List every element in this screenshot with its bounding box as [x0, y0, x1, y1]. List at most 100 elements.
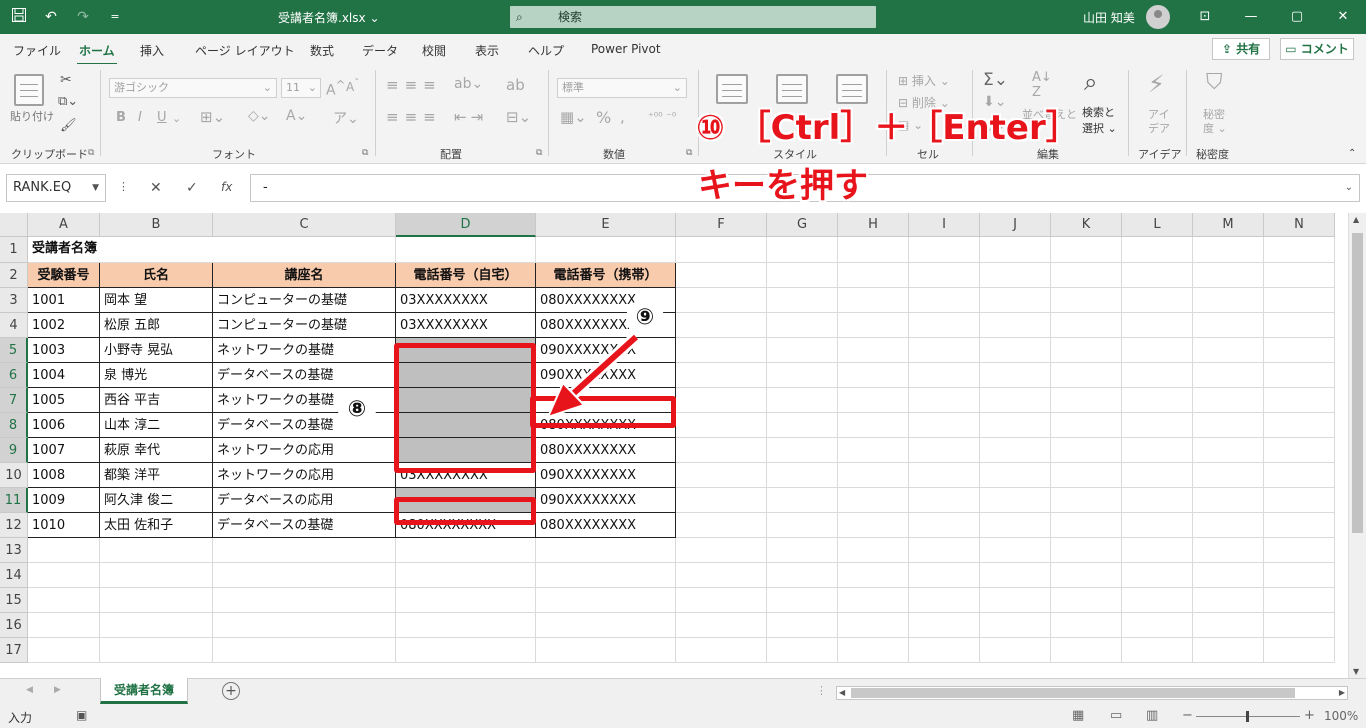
- find-select-label[interactable]: 検索と: [1082, 104, 1115, 120]
- cell[interactable]: [536, 538, 676, 563]
- cell[interactable]: [909, 388, 980, 413]
- table-cell[interactable]: 泉 博光: [100, 363, 213, 388]
- zoom-level[interactable]: 100%: [1324, 709, 1358, 723]
- cell[interactable]: [1051, 513, 1122, 538]
- tab-view[interactable]: 表示: [475, 42, 499, 59]
- cell[interactable]: [838, 288, 909, 313]
- table-cell[interactable]: 萩原 幸代: [100, 438, 213, 463]
- cell[interactable]: [980, 638, 1051, 663]
- horizontal-align-icons[interactable]: ≡≡≡: [386, 108, 442, 126]
- prev-sheet-icon[interactable]: ◀: [26, 685, 33, 695]
- cell[interactable]: [980, 313, 1051, 338]
- cell[interactable]: [838, 338, 909, 363]
- table-header-cell[interactable]: 受験番号: [28, 263, 100, 288]
- cell[interactable]: [1264, 263, 1335, 288]
- column-header-f[interactable]: F: [676, 213, 767, 237]
- cell[interactable]: [1051, 438, 1122, 463]
- cell[interactable]: [1051, 288, 1122, 313]
- cell[interactable]: [1122, 463, 1193, 488]
- cell[interactable]: [767, 338, 838, 363]
- table-cell[interactable]: 1004: [28, 363, 100, 388]
- scroll-up-icon[interactable]: ▲: [1353, 215, 1359, 224]
- table-cell[interactable]: 03XXXXXXXX: [396, 288, 536, 313]
- cell[interactable]: [767, 613, 838, 638]
- row-header-10[interactable]: 10: [0, 463, 28, 488]
- cell[interactable]: [1193, 438, 1264, 463]
- cell[interactable]: [1122, 237, 1193, 263]
- cell[interactable]: [1051, 538, 1122, 563]
- search-box[interactable]: ⌕ 検索: [510, 6, 876, 28]
- cell[interactable]: [676, 538, 767, 563]
- cell[interactable]: [213, 588, 396, 613]
- cell[interactable]: [1264, 563, 1335, 588]
- sensitivity-label-2[interactable]: 度 ⌄: [1203, 120, 1227, 136]
- table-cell[interactable]: 1001: [28, 288, 100, 313]
- cut-icon[interactable]: ✂: [60, 72, 72, 88]
- minimize-button[interactable]: —: [1228, 0, 1274, 34]
- find-select-label-2[interactable]: 選択 ⌄: [1082, 120, 1117, 136]
- table-cell[interactable]: 080XXXXXXXX: [536, 513, 676, 538]
- table-cell[interactable]: ネットワークの応用: [213, 463, 396, 488]
- dialog-launcher-icon[interactable]: ⧉: [88, 148, 94, 158]
- row-header-16[interactable]: 16: [0, 613, 28, 638]
- column-header-n[interactable]: N: [1264, 213, 1335, 237]
- cell[interactable]: [980, 613, 1051, 638]
- cell[interactable]: [1122, 538, 1193, 563]
- cell[interactable]: [676, 588, 767, 613]
- cell[interactable]: [213, 638, 396, 663]
- cell[interactable]: [980, 263, 1051, 288]
- cell[interactable]: [1122, 563, 1193, 588]
- cell[interactable]: [909, 513, 980, 538]
- table-header-cell[interactable]: 講座名: [213, 263, 396, 288]
- table-cell[interactable]: コンピューターの基礎: [213, 313, 396, 338]
- table-cell[interactable]: 岡本 望: [100, 288, 213, 313]
- zoom-slider-thumb[interactable]: [1246, 711, 1249, 722]
- avatar[interactable]: [1146, 5, 1170, 29]
- row-header-6[interactable]: 6: [0, 363, 28, 388]
- cell[interactable]: [1051, 388, 1122, 413]
- cell[interactable]: [1193, 613, 1264, 638]
- ideas-icon[interactable]: ⚡: [1148, 70, 1165, 98]
- cell[interactable]: [676, 288, 767, 313]
- cell[interactable]: [676, 463, 767, 488]
- cell[interactable]: [767, 438, 838, 463]
- format-painter-icon[interactable]: 🖌: [60, 118, 77, 133]
- cell[interactable]: [838, 513, 909, 538]
- cell[interactable]: [1264, 538, 1335, 563]
- currency-icon[interactable]: ▦⌄: [560, 108, 587, 126]
- decrease-font-icon[interactable]: Aˇ: [346, 78, 359, 94]
- cell[interactable]: [536, 237, 676, 263]
- cell[interactable]: [1051, 638, 1122, 663]
- cell[interactable]: [980, 288, 1051, 313]
- customize-qat-icon[interactable]: =: [104, 7, 126, 27]
- table-cell[interactable]: 090XXXXXXXX: [536, 338, 676, 363]
- table-cell[interactable]: 03XXXXXXXX: [396, 313, 536, 338]
- cell[interactable]: [1193, 338, 1264, 363]
- cell[interactable]: [676, 563, 767, 588]
- cell[interactable]: [28, 538, 100, 563]
- cell[interactable]: [838, 363, 909, 388]
- tab-data[interactable]: データ: [362, 42, 398, 59]
- cell[interactable]: [1193, 488, 1264, 513]
- table-cell[interactable]: 080XXXXXXXX: [536, 438, 676, 463]
- cell[interactable]: [767, 288, 838, 313]
- cell[interactable]: [1122, 438, 1193, 463]
- row-header-14[interactable]: 14: [0, 563, 28, 588]
- table-cell[interactable]: 都築 洋平: [100, 463, 213, 488]
- file-title[interactable]: 受講者名簿.xlsx ⌄: [278, 9, 380, 26]
- table-cell[interactable]: 山本 淳二: [100, 413, 213, 438]
- maximize-button[interactable]: ▢: [1274, 0, 1320, 34]
- cell[interactable]: [676, 438, 767, 463]
- row-header-3[interactable]: 3: [0, 288, 28, 313]
- cell[interactable]: [1051, 488, 1122, 513]
- redo-icon[interactable]: ↷: [72, 7, 94, 27]
- cell[interactable]: [1264, 237, 1335, 263]
- cell[interactable]: [767, 463, 838, 488]
- vertical-align-icons[interactable]: ≡≡≡: [386, 76, 442, 94]
- cell[interactable]: [1122, 388, 1193, 413]
- cell[interactable]: [838, 638, 909, 663]
- cell[interactable]: [980, 513, 1051, 538]
- cell[interactable]: [1264, 613, 1335, 638]
- indent-icons[interactable]: ⇤⇥: [454, 108, 487, 126]
- cell[interactable]: [909, 563, 980, 588]
